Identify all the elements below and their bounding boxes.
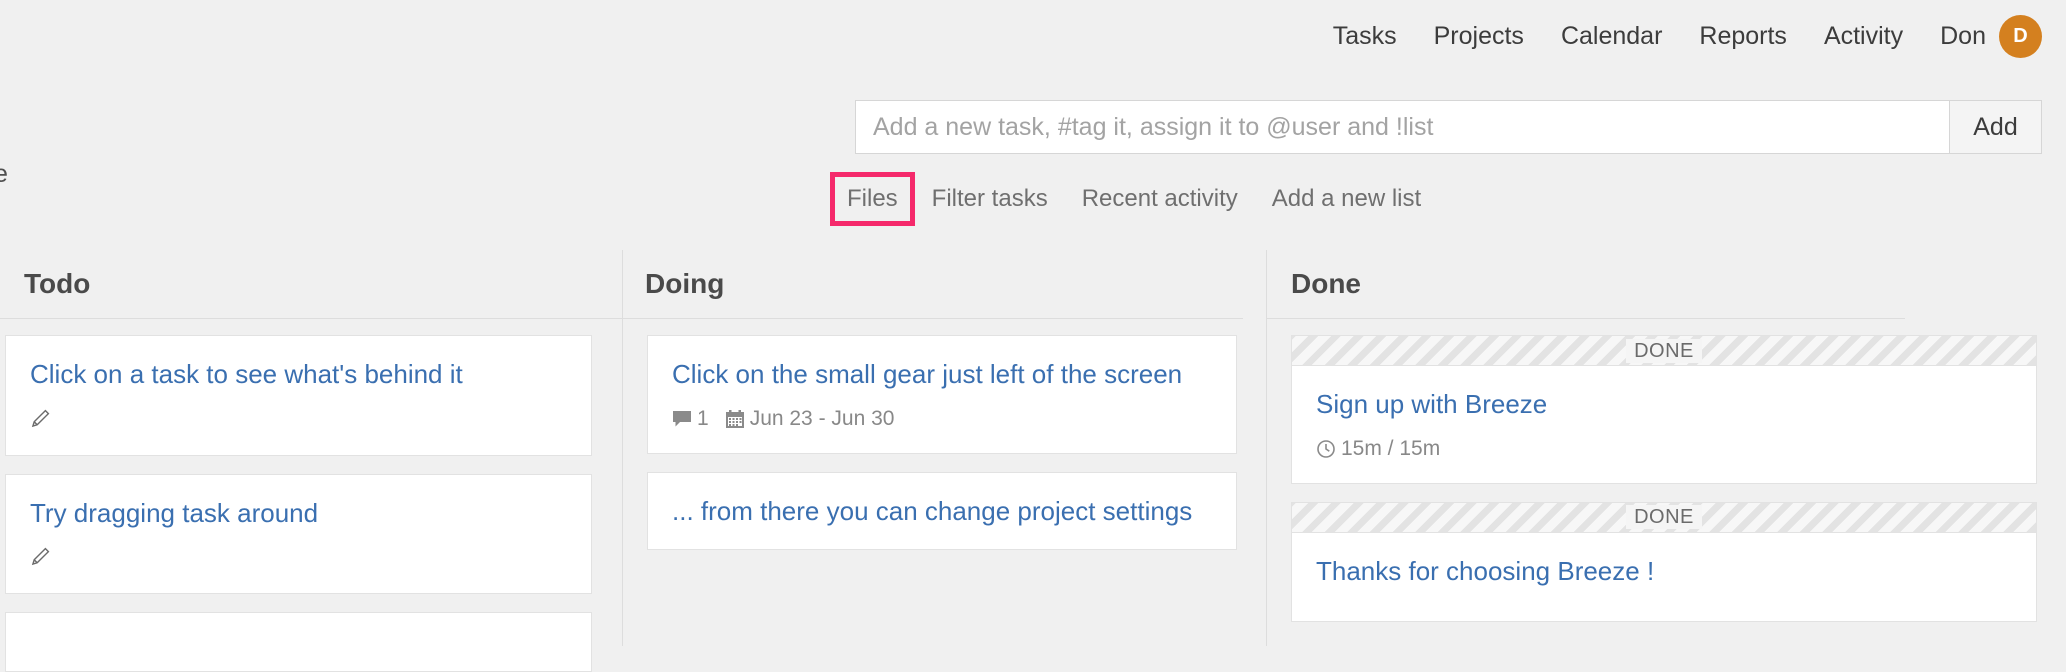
task-card[interactable]: Try dragging task around xyxy=(5,473,592,594)
tab-files[interactable]: Files xyxy=(830,172,915,226)
nav-item-tasks[interactable]: Tasks xyxy=(1333,23,1397,49)
nav-item-reports[interactable]: Reports xyxy=(1699,23,1787,49)
column-cards-todo: Click on a task to see what's behind it … xyxy=(0,319,622,672)
task-card-title[interactable]: Click on the small gear just left of the… xyxy=(672,358,1212,391)
column-title: Todo xyxy=(24,268,91,299)
tab-recent-activity[interactable]: Recent activity xyxy=(1065,172,1255,226)
board-column-doing: Doing Click on the small gear just left … xyxy=(622,250,1266,646)
nav-item-projects[interactable]: Projects xyxy=(1434,23,1524,49)
add-task-bar: Add xyxy=(855,100,2042,154)
column-cards-doing: Click on the small gear just left of the… xyxy=(623,319,1266,550)
calendar-icon xyxy=(725,409,745,429)
task-card[interactable]: Thanks for choosing Breeze ! xyxy=(1291,531,2037,622)
task-card-meta: 15m / 15m xyxy=(1316,437,2012,461)
user-name: Don xyxy=(1940,21,1986,50)
task-card-actions xyxy=(30,543,567,571)
done-banner-label: DONE xyxy=(1626,338,1702,363)
comment-icon xyxy=(672,410,692,428)
tab-filter-tasks[interactable]: Filter tasks xyxy=(915,172,1065,226)
due-date-text: Jun 23 - Jun 30 xyxy=(749,407,895,430)
task-card[interactable] xyxy=(5,612,592,672)
column-title: Doing xyxy=(645,268,725,299)
task-card-title[interactable]: ... from there you can change project se… xyxy=(672,495,1212,528)
task-card-actions xyxy=(30,405,567,433)
task-card-title[interactable]: Try dragging task around xyxy=(30,497,567,530)
due-date: Jun 23 - Jun 30 xyxy=(725,407,895,430)
clipped-left-text: e xyxy=(0,160,8,188)
task-card-meta: 1 Jun 23 - Jun 30 xyxy=(672,407,1212,431)
comment-count: 1 xyxy=(672,408,709,429)
task-card-title[interactable]: Click on a task to see what's behind it xyxy=(30,358,567,391)
time-tracked: 15m / 15m xyxy=(1316,438,1440,459)
user-menu[interactable]: Don D xyxy=(1940,14,2042,58)
done-banner-label: DONE xyxy=(1626,505,1702,529)
tab-add-a-new-list[interactable]: Add a new list xyxy=(1255,172,1438,226)
column-header-doing: Doing xyxy=(623,250,1266,318)
task-card-wrapper: DONE Sign up with Breeze 15m / 15m xyxy=(1291,335,2037,484)
column-title: Done xyxy=(1291,268,1361,299)
task-card[interactable]: Click on the small gear just left of the… xyxy=(647,335,1237,454)
task-card-title[interactable]: Sign up with Breeze xyxy=(1316,388,2012,421)
task-card[interactable]: Click on a task to see what's behind it xyxy=(5,335,592,456)
avatar[interactable]: D xyxy=(1999,14,2042,58)
board-column-done: Done DONE Sign up with Breeze 15m / 15m … xyxy=(1266,250,2066,646)
task-card-title[interactable]: Thanks for choosing Breeze ! xyxy=(1316,555,2012,588)
clock-icon xyxy=(1316,439,1336,459)
done-banner: DONE xyxy=(1291,335,2037,365)
task-card[interactable]: Sign up with Breeze 15m / 15m xyxy=(1291,365,2037,484)
nav-item-activity[interactable]: Activity xyxy=(1824,23,1903,49)
comment-count-text: 1 xyxy=(697,407,709,430)
add-task-input[interactable] xyxy=(856,101,1949,153)
time-tracked-text: 15m / 15m xyxy=(1341,437,1441,460)
pencil-icon[interactable] xyxy=(30,547,50,567)
done-banner: DONE xyxy=(1291,501,2037,532)
kanban-board: Todo Click on a task to see what's behin… xyxy=(0,250,2066,672)
column-header-todo: Todo xyxy=(0,250,622,318)
pencil-icon[interactable] xyxy=(30,409,50,429)
column-cards-done: DONE Sign up with Breeze 15m / 15m DONE … xyxy=(1267,319,2066,622)
board-toolbar: Files Filter tasks Recent activity Add a… xyxy=(830,172,1438,226)
board-column-todo: Todo Click on a task to see what's behin… xyxy=(0,250,622,672)
column-header-done: Done xyxy=(1267,250,2066,318)
nav-item-calendar[interactable]: Calendar xyxy=(1561,23,1662,49)
task-card[interactable]: ... from there you can change project se… xyxy=(647,471,1237,550)
add-button[interactable]: Add xyxy=(1949,101,2041,153)
task-card-wrapper: DONE Thanks for choosing Breeze ! xyxy=(1291,501,2037,622)
top-navigation: Tasks Projects Calendar Reports Activity… xyxy=(0,0,2066,72)
